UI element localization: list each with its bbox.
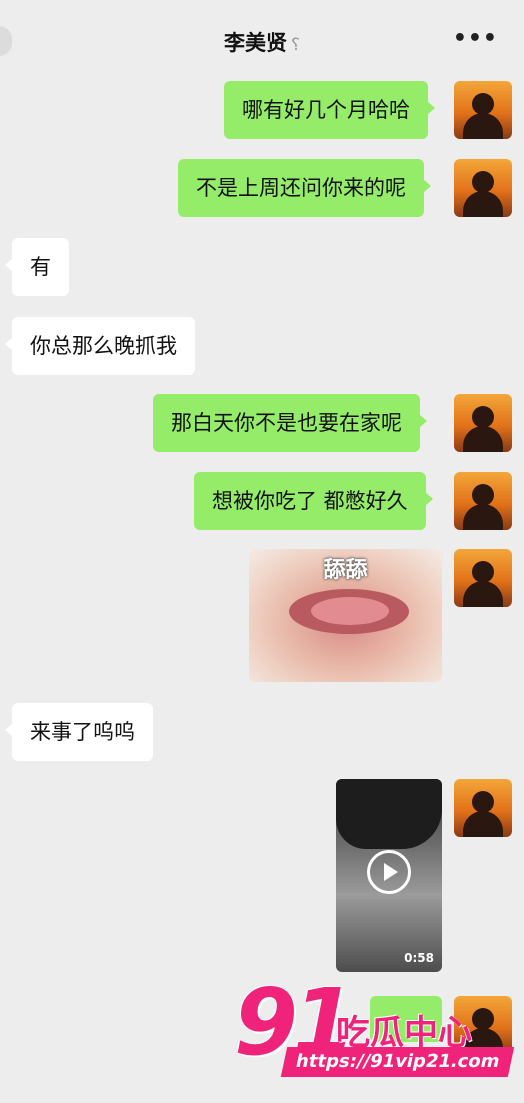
chat-header: 李美贤 ⸮ ••• [0, 0, 524, 82]
sticker-caption: 舔舔 [323, 558, 368, 583]
avatar[interactable] [454, 779, 512, 837]
message-bubble-outgoing[interactable]: 想被你吃了 都憋好久 [194, 472, 433, 530]
message-text: 那白天你不是也要在家呢 [171, 411, 402, 435]
avatar[interactable] [454, 472, 512, 530]
message-text: 不是上周还问你来的呢 [196, 176, 406, 200]
avatar[interactable] [454, 159, 512, 217]
ear-icon: ⸮ [290, 35, 301, 55]
message-text: 有 [30, 255, 51, 279]
video-message[interactable]: 0:58 [336, 779, 442, 972]
message-text: 来事了呜呜 [30, 720, 135, 744]
chat-title[interactable]: 李美贤 ⸮ [0, 27, 524, 57]
more-options-icon[interactable]: ••• [453, 26, 498, 51]
message-text: 你总那么晚抓我 [30, 334, 177, 358]
message-text: 想被你吃了 都憋好久 [212, 489, 408, 513]
message-bubble-outgoing[interactable]: 那白天你不是也要在家呢 [153, 394, 427, 452]
sticker-image[interactable]: 舔舔 [249, 549, 442, 682]
message-bubble-incoming[interactable]: 你总那么晚抓我 [5, 317, 195, 375]
contact-name: 李美贤 [223, 31, 287, 55]
message-bubble-outgoing[interactable]: 不是上周还问你来的呢 [178, 159, 431, 217]
watermark-url: https://91vip21.com [280, 1047, 515, 1077]
video-duration: 0:58 [404, 951, 434, 965]
avatar[interactable] [454, 81, 512, 139]
message-bubble-outgoing[interactable]: 哪有好几个月哈哈 [224, 81, 435, 139]
watermark-logo: 91 吃瓜中心 https://91vip21.com [232, 969, 522, 1085]
play-icon[interactable] [367, 850, 411, 894]
message-bubble-incoming[interactable]: 来事了呜呜 [5, 703, 153, 761]
avatar[interactable] [454, 549, 512, 607]
message-bubble-incoming[interactable]: 有 [5, 238, 69, 296]
tongue-shape [311, 597, 389, 625]
avatar[interactable] [454, 394, 512, 452]
message-text: 哪有好几个月哈哈 [242, 98, 410, 122]
